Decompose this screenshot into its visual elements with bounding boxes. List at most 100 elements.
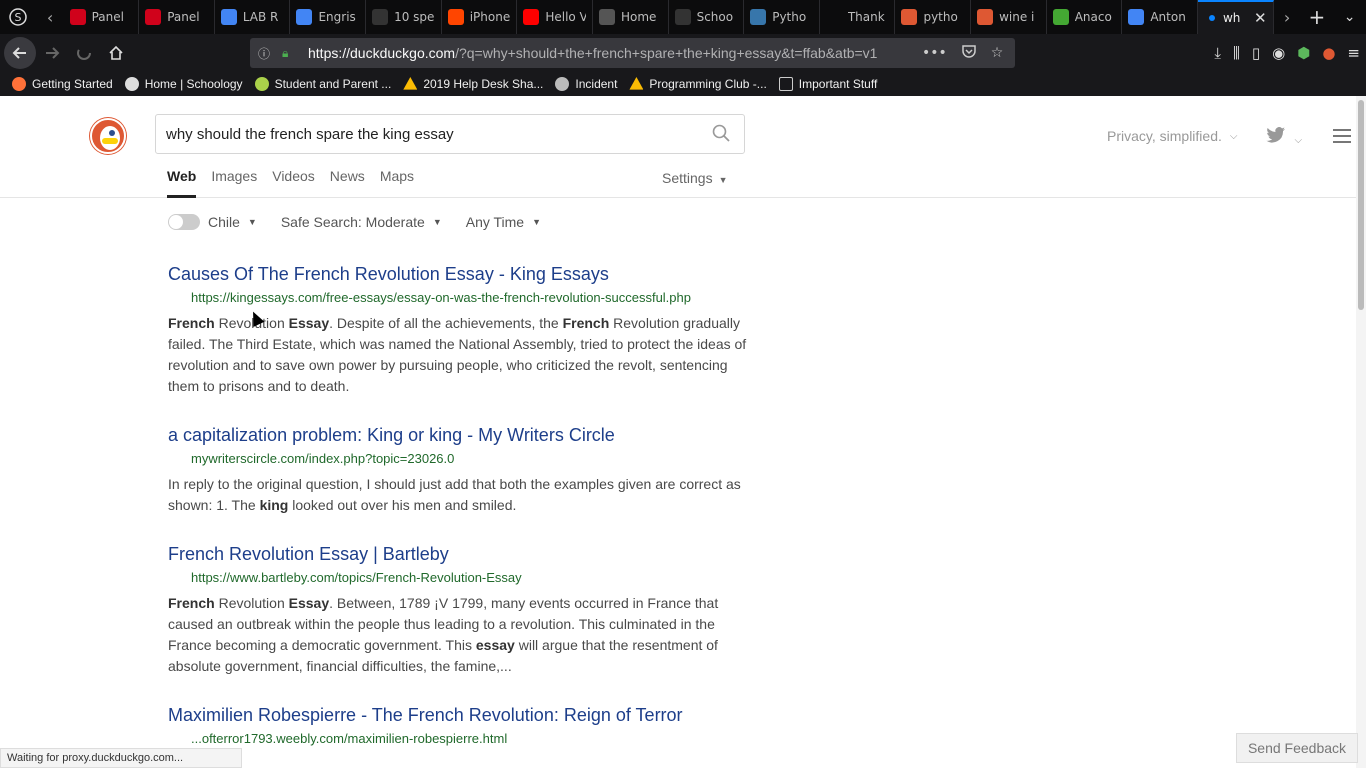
privacy-dropdown[interactable]: Privacy, simplified. ⌵	[1107, 128, 1237, 144]
sidebar-icon[interactable]: ▯	[1252, 44, 1260, 62]
tab-maps[interactable]: Maps	[380, 168, 414, 198]
schoology-icon	[124, 77, 139, 91]
browser-tab[interactable]: Panel	[64, 0, 140, 34]
tab-list-icon[interactable]: ⌄	[1333, 9, 1366, 25]
bookmark-label: Home | Schoology	[144, 77, 243, 91]
result-title-link[interactable]: French Revolution Essay | Bartleby	[168, 544, 748, 565]
hamburger-menu-icon[interactable]	[1333, 129, 1351, 147]
firefox-icon	[12, 77, 26, 91]
browser-tab[interactable]: Panel	[139, 0, 215, 34]
browser-tab[interactable]: Engris	[290, 0, 367, 34]
tab-label: Schoo	[696, 10, 734, 24]
docs-icon	[220, 9, 237, 25]
region-toggle[interactable]	[168, 214, 200, 230]
search-box[interactable]	[155, 114, 745, 154]
drive-icon	[629, 77, 644, 90]
chevron-down-icon: ⌵	[1294, 135, 1303, 146]
search-icon[interactable]	[712, 124, 730, 142]
tab-images[interactable]: Images	[211, 168, 257, 198]
chevron-down-icon: ⌵	[1229, 130, 1238, 142]
stop-loading-button[interactable]	[68, 37, 100, 69]
result-url-link[interactable]: https://kingessays.com/free-essays/essay…	[191, 290, 748, 305]
tab-label: Home	[620, 10, 657, 24]
new-tab-button[interactable]: +	[1301, 5, 1334, 29]
twitter-dropdown[interactable]: ⌵	[1266, 127, 1302, 147]
tab-label: Panel	[91, 10, 124, 24]
result-url-link[interactable]: mywriterscircle.com/index.php?topic=2302…	[191, 451, 748, 466]
scroll-tabs-left-icon[interactable]: ‹	[37, 8, 64, 27]
time-filter[interactable]: Any Time	[466, 214, 524, 230]
vpn-extension-icon[interactable]: ⬢	[1297, 44, 1310, 62]
scroll-tabs-right-icon[interactable]: ›	[1274, 8, 1301, 27]
loading-icon	[674, 9, 691, 25]
search-result: Causes Of The French Revolution Essay - …	[168, 264, 748, 397]
bookmark-star-icon[interactable]: ☆	[991, 45, 1004, 61]
tab-label: Anton	[1150, 10, 1186, 24]
result-url-link[interactable]: https://www.bartleby.com/topics/French-R…	[191, 570, 748, 585]
bookmark-item[interactable]: Student and Parent ...	[254, 77, 391, 91]
page-scrollbar[interactable]	[1356, 96, 1366, 768]
caret-down-icon: ▼	[532, 217, 542, 227]
tab-label: 10 spe	[394, 10, 435, 24]
bookmark-item[interactable]: Incident	[555, 77, 617, 91]
result-title-link[interactable]: a capitalization problem: King or king -…	[168, 425, 748, 446]
pdf-icon	[69, 9, 86, 25]
browser-tab[interactable]: Schoo	[669, 0, 745, 34]
tab-news[interactable]: News	[330, 168, 365, 198]
close-tab-icon[interactable]: ✕	[1254, 9, 1267, 27]
duckduckgo-extension-icon[interactable]: ●	[1322, 44, 1335, 62]
browser-tab[interactable]: Anaco	[1047, 0, 1123, 34]
home-button[interactable]	[100, 37, 132, 69]
url-text[interactable]: https://duckduckgo.com/?q=why+should+the…	[308, 45, 908, 61]
tab-web[interactable]: Web	[167, 168, 197, 198]
result-title-link[interactable]: Causes Of The French Revolution Essay - …	[168, 264, 748, 285]
safe-search-filter[interactable]: Safe Search: Moderate	[281, 214, 425, 230]
settings-dropdown[interactable]: Settings ▼	[662, 170, 728, 186]
result-url-link[interactable]: ...ofterror1793.weebly.com/maximilien-ro…	[191, 731, 748, 746]
lock-icon[interactable]: 🔒︎	[282, 46, 300, 61]
tab-label: Pytho	[772, 10, 807, 24]
bookmark-item[interactable]: Programming Club -...	[629, 77, 767, 91]
browser-tab[interactable]: wh ✕	[1197, 0, 1274, 34]
scrollbar-thumb[interactable]	[1358, 100, 1364, 310]
pocket-icon[interactable]	[961, 43, 977, 63]
send-feedback-button[interactable]: Send Feedback	[1236, 733, 1358, 763]
more-actions-icon[interactable]: •••	[922, 45, 947, 61]
search-input[interactable]	[166, 123, 696, 145]
back-button[interactable]	[4, 37, 36, 69]
ddg-header: Privacy, simplified. ⌵ ⌵ Web Images Videos…	[0, 96, 1356, 198]
skype-icon[interactable]: S	[0, 0, 37, 34]
browser-tab[interactable]: iPhone	[442, 0, 518, 34]
account-icon[interactable]: ◉	[1272, 44, 1285, 62]
menu-icon[interactable]: ≡	[1347, 44, 1360, 62]
info-icon[interactable]: ⓘ	[258, 45, 276, 62]
region-filter[interactable]: Chile	[208, 214, 240, 230]
back-arrow-icon	[12, 47, 26, 59]
bookmark-item[interactable]: Important Stuff	[778, 77, 877, 91]
browser-tab[interactable]: Hello V	[517, 0, 593, 34]
globe-icon	[555, 77, 570, 91]
browser-tab[interactable]: LAB R	[215, 0, 291, 34]
browser-tab[interactable]: Home	[593, 0, 669, 34]
address-bar[interactable]: ⓘ 🔒︎ https://duckduckgo.com/?q=why+shoul…	[250, 38, 1015, 68]
browser-tab[interactable]: 10 spe	[366, 0, 442, 34]
browser-tab[interactable]: pytho	[895, 0, 972, 34]
library-icon[interactable]: ⫼	[1233, 44, 1240, 62]
tab-label: pytho	[923, 10, 958, 24]
bookmark-item[interactable]: Home | Schoology	[124, 77, 243, 91]
result-title-link[interactable]: Maximilien Robespierre - The French Revo…	[168, 705, 748, 726]
bookmark-label: Incident	[575, 77, 618, 91]
browser-tab[interactable]: wine i	[971, 0, 1047, 34]
tab-label: Engris	[318, 10, 356, 24]
browser-tab[interactable]: Pytho	[744, 0, 820, 34]
settings-label: Settings	[662, 170, 713, 186]
browser-tab[interactable]: Anton	[1122, 0, 1198, 34]
downloads-icon[interactable]: ⤓	[1214, 44, 1221, 62]
duckduckgo-logo-icon[interactable]	[90, 118, 126, 154]
reddit-icon	[447, 9, 464, 25]
bookmark-item[interactable]: Getting Started	[12, 77, 113, 91]
browser-tab[interactable]: Thank	[820, 0, 896, 34]
bookmark-item[interactable]: 2019 Help Desk Sha...	[403, 77, 543, 91]
tab-videos[interactable]: Videos	[272, 168, 315, 198]
forward-button[interactable]	[36, 37, 68, 69]
